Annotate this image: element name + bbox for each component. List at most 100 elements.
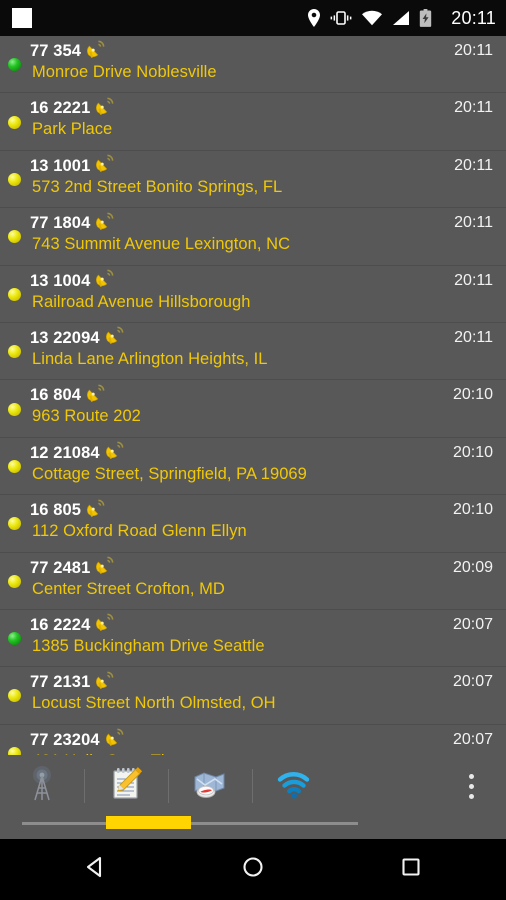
list-item-time: 20:11 — [454, 42, 493, 59]
location-pin-icon — [307, 9, 321, 27]
list-item[interactable]: 16 804 963 Route 202 20:10 — [0, 380, 506, 438]
map-compass-icon — [189, 763, 231, 810]
list-item-subtitle: 743 Summit Avenue Lexington, NC — [32, 235, 291, 254]
list-item-header: 77 1804 — [30, 208, 506, 234]
status-dot — [8, 517, 21, 531]
vibrate-icon — [330, 10, 352, 26]
list-item[interactable]: 16 2224 1385 Buckingham Drive Seattle 20:0… — [0, 610, 506, 668]
status-dot — [8, 402, 21, 416]
list-item[interactable]: 77 1804 743 Summit Avenue Lexington, NC 20… — [0, 208, 506, 266]
satellite-dish-icon — [86, 499, 105, 523]
home-button[interactable] — [233, 850, 273, 890]
list-item[interactable]: 16 2221 Park Place 20:11 — [0, 93, 506, 151]
notepad-pencil-icon — [105, 763, 147, 810]
square-icon — [398, 854, 424, 885]
sidebar-item-map[interactable] — [168, 755, 252, 817]
list-item[interactable]: 12 21084 Cottage Street, Springfield, PA … — [0, 438, 506, 496]
list-item-subtitle: Locust Street North Olmsted, OH — [32, 694, 276, 713]
triangle-left-icon — [82, 854, 108, 885]
status-dot — [8, 287, 21, 301]
list-item-title: 77 23204 — [30, 730, 100, 749]
satellite-dish-icon — [95, 671, 114, 695]
list-item-time: 20:11 — [454, 271, 493, 289]
list-item-time: 20:07 — [452, 673, 493, 691]
tab-strip — [0, 755, 336, 817]
list-item[interactable]: 77 23204421 Holly Court Thornton20:07 — [0, 725, 506, 755]
status-dot — [8, 58, 21, 72]
satellite-dish-icon — [95, 613, 114, 637]
station-list[interactable]: 77 354 Monroe Drive Noblesville 20:11 16 22… — [0, 36, 506, 755]
list-item-title: 16 804 — [30, 386, 82, 405]
list-item-header: 13 22094 — [30, 323, 506, 349]
status-bar: 20:11 — [0, 0, 506, 36]
more-vertical-icon-dot — [468, 773, 474, 779]
satellite-dish-icon — [95, 269, 114, 293]
list-item-subtitle: Center Street Crofton, MD — [32, 579, 225, 598]
tab-active-indicator — [106, 816, 191, 829]
recents-button[interactable] — [391, 850, 431, 890]
satellite-dish-icon — [95, 97, 114, 121]
status-dot — [8, 689, 21, 703]
list-item[interactable]: 77 2481 Center Street Crofton, MD 20:09 — [0, 553, 506, 610]
list-item-subtitle: 1385 Buckingham Drive Seattle — [32, 636, 265, 655]
more-vertical-icon-dot — [468, 783, 474, 789]
overflow-menu-button[interactable] — [458, 771, 484, 801]
satellite-dish-icon — [95, 556, 114, 580]
list-item-header: 77 2481 — [30, 553, 506, 579]
list-item-title: 13 22094 — [30, 328, 100, 347]
list-item-time: 20:11 — [454, 156, 493, 174]
satellite-dish-icon — [105, 326, 124, 350]
back-button[interactable] — [75, 850, 115, 890]
satellite-dish-icon — [95, 154, 114, 178]
sidebar-item-cell-tower[interactable] — [0, 755, 84, 817]
status-dot — [8, 746, 21, 755]
list-item-time: 20:10 — [452, 443, 493, 461]
list-item[interactable]: 13 1001 573 2nd Street Bonito Springs, FL… — [0, 151, 506, 209]
list-item-subtitle: Monroe Drive Noblesville — [32, 63, 217, 81]
list-item[interactable]: 16 805 112 Oxford Road Glenn Ellyn 20:10 — [0, 495, 506, 553]
list-item-subtitle: Linda Lane Arlington Heights, IL — [32, 349, 268, 368]
list-item-subtitle: 112 Oxford Road Glenn Ellyn — [32, 522, 247, 541]
system-navigation-bar — [0, 839, 506, 900]
list-item-title: 77 354 — [30, 42, 82, 60]
list-item-time: 20:11 — [454, 328, 493, 346]
list-item-title: 13 1004 — [30, 271, 91, 290]
satellite-dish-icon — [86, 40, 105, 64]
list-item-time: 20:11 — [454, 214, 493, 232]
cell-signal-icon — [392, 10, 410, 26]
battery-charging-icon — [419, 9, 432, 27]
status-dot — [8, 345, 21, 359]
satellite-dish-icon — [86, 384, 105, 408]
list-item-time: 20:07 — [452, 615, 493, 633]
list-item-subtitle: 963 Route 202 — [32, 407, 141, 426]
list-item-title: 16 805 — [30, 501, 82, 520]
wifi-icon — [361, 10, 383, 26]
list-item-header: 77 23204 — [30, 725, 506, 751]
list-item-subtitle: 573 2nd Street Bonito Springs, FL — [32, 177, 283, 196]
list-item-time: 20:09 — [452, 558, 493, 576]
list-item-title: 77 1804 — [30, 214, 91, 233]
sidebar-item-wifi[interactable] — [252, 755, 336, 817]
satellite-dish-icon — [105, 728, 124, 752]
list-item-header: 16 805 — [30, 495, 506, 521]
list-item[interactable]: 77 354 Monroe Drive Noblesville 20:11 — [0, 36, 506, 94]
status-dot — [8, 632, 21, 646]
list-item-header: 13 1001 — [30, 151, 506, 177]
list-item-title: 13 1001 — [30, 156, 91, 175]
list-item[interactable]: 13 22094 Linda Lane Arlington Heights, IL… — [0, 323, 506, 381]
list-item-header: 16 2224 — [30, 610, 506, 636]
list-item-subtitle: Railroad Avenue Hillsborough — [32, 292, 251, 311]
list-item-title: 77 2481 — [30, 558, 91, 577]
list-item[interactable]: 13 1004 Railroad Avenue Hillsborough 20:11 — [0, 266, 506, 323]
more-vertical-icon-dot — [468, 793, 474, 799]
list-item-header: 77 354 — [30, 36, 506, 62]
satellite-dish-icon — [105, 441, 124, 465]
sidebar-item-notes[interactable] — [84, 755, 168, 817]
list-item-header: 16 804 — [30, 380, 506, 406]
list-item-time: 20:07 — [452, 730, 493, 748]
status-bar-icons: 20:11 — [307, 8, 496, 29]
list-item[interactable]: 77 2131 Locust Street North Olmsted, OH 20… — [0, 667, 506, 725]
tab-bar — [0, 755, 506, 839]
list-item-header: 12 21084 — [30, 438, 506, 464]
status-dot — [8, 172, 21, 186]
